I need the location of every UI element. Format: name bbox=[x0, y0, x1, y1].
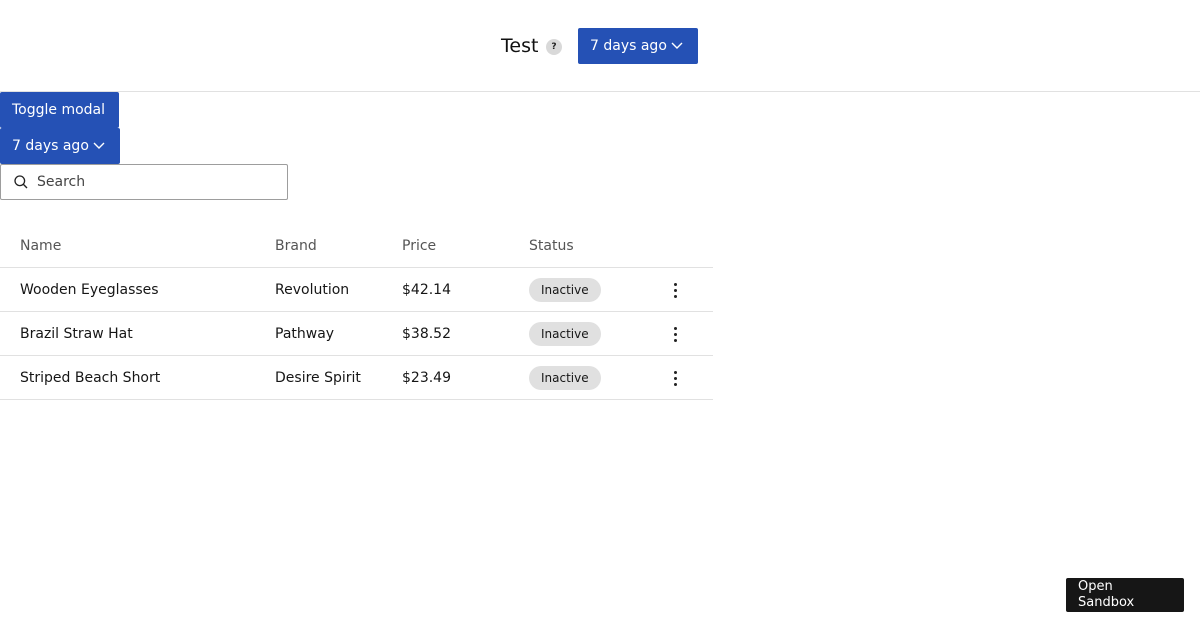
overflow-menu-icon[interactable] bbox=[673, 282, 677, 298]
row-price: $38.52 bbox=[402, 326, 451, 342]
products-table: Name Brand Price Status Wooden Eyeglasse… bbox=[0, 224, 713, 400]
table-header: Name Brand Price Status bbox=[0, 224, 713, 268]
table-row: Wooden Eyeglasses Revolution $42.14 Inac… bbox=[0, 268, 713, 312]
column-header-status[interactable]: Status bbox=[529, 224, 574, 268]
column-header-name[interactable]: Name bbox=[20, 224, 61, 268]
header-date-filter-label: 7 days ago bbox=[590, 38, 667, 54]
search-box[interactable] bbox=[0, 164, 288, 200]
page-title: Test bbox=[501, 35, 539, 57]
open-sandbox-button[interactable]: Open Sandbox bbox=[1066, 578, 1184, 612]
row-overflow-menu[interactable] bbox=[662, 312, 688, 356]
row-overflow-menu[interactable] bbox=[662, 268, 688, 312]
row-price: $42.14 bbox=[402, 282, 451, 298]
row-status: Inactive bbox=[529, 312, 601, 356]
toggle-modal-button[interactable]: Toggle modal bbox=[0, 92, 119, 128]
top-header: Test ? 7 days ago bbox=[0, 0, 1200, 92]
header-date-filter-button[interactable]: 7 days ago bbox=[578, 28, 698, 64]
row-brand: Desire Spirit bbox=[275, 370, 361, 386]
search-icon bbox=[14, 175, 28, 189]
row-name: Wooden Eyeglasses bbox=[20, 282, 159, 298]
help-icon[interactable]: ? bbox=[546, 39, 562, 55]
row-overflow-menu[interactable] bbox=[662, 356, 688, 400]
table-row: Striped Beach Short Desire Spirit $23.49… bbox=[0, 356, 713, 400]
table-row: Brazil Straw Hat Pathway $38.52 Inactive bbox=[0, 312, 713, 356]
chevron-down-icon bbox=[671, 42, 683, 49]
status-badge: Inactive bbox=[529, 322, 601, 346]
row-brand: Revolution bbox=[275, 282, 350, 298]
date-filter-label: 7 days ago bbox=[12, 138, 89, 154]
row-price: $23.49 bbox=[402, 370, 451, 386]
column-header-price[interactable]: Price bbox=[402, 224, 436, 268]
status-badge: Inactive bbox=[529, 278, 601, 302]
status-badge: Inactive bbox=[529, 366, 601, 390]
row-status: Inactive bbox=[529, 268, 601, 312]
overflow-menu-icon[interactable] bbox=[673, 370, 677, 386]
row-status: Inactive bbox=[529, 356, 601, 400]
row-brand: Pathway bbox=[275, 326, 335, 342]
row-name: Brazil Straw Hat bbox=[20, 326, 133, 342]
date-filter-button[interactable]: 7 days ago bbox=[0, 128, 120, 164]
search-input[interactable] bbox=[37, 174, 267, 190]
chevron-down-icon bbox=[93, 142, 105, 149]
row-name: Striped Beach Short bbox=[20, 370, 161, 386]
toggle-modal-label: Toggle modal bbox=[12, 102, 106, 118]
column-header-brand[interactable]: Brand bbox=[275, 224, 317, 268]
overflow-menu-icon[interactable] bbox=[673, 326, 677, 342]
